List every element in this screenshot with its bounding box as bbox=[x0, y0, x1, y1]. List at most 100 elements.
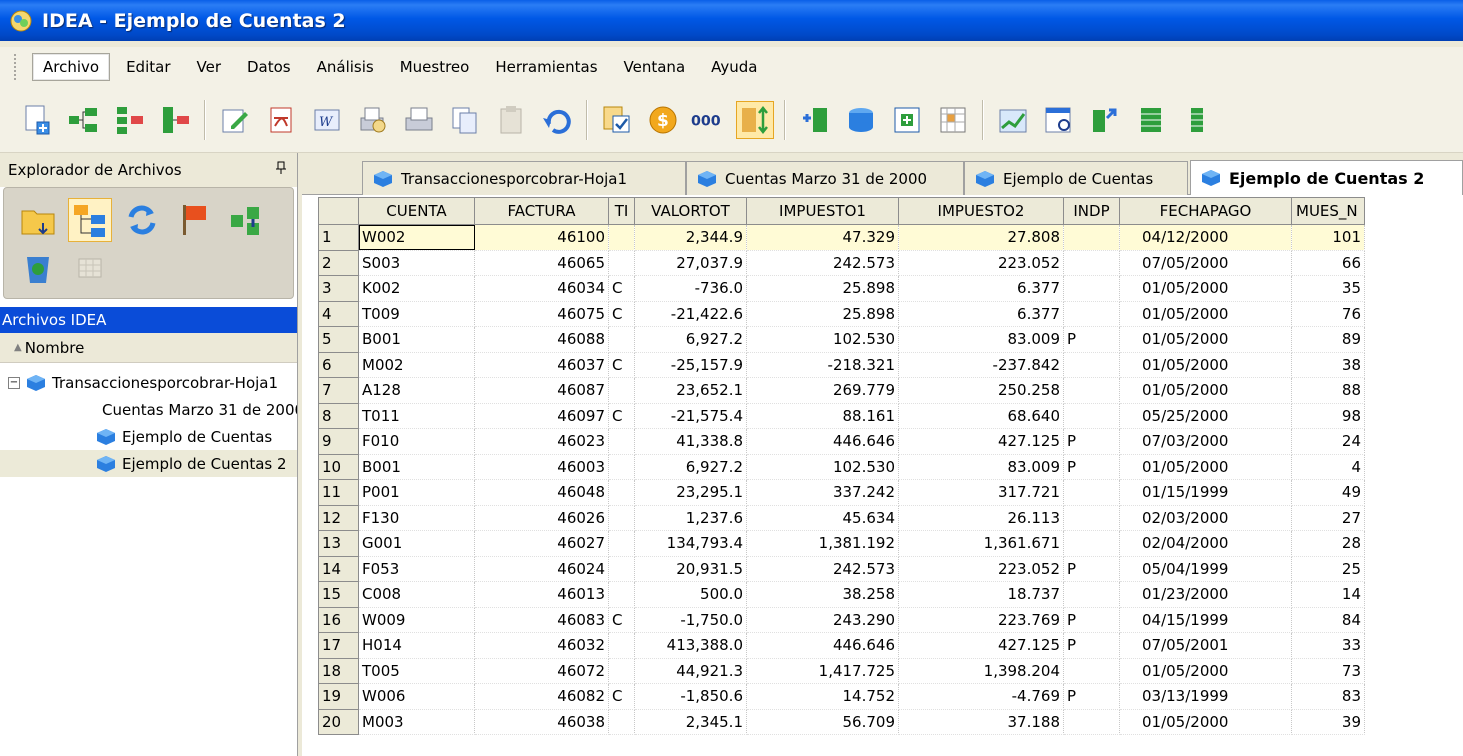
cell-mues-n[interactable]: 35 bbox=[1291, 275, 1365, 302]
column-header-indp[interactable]: INDP bbox=[1063, 197, 1120, 225]
table-row[interactable]: 9 F010 46023 41,338.8 446.646 427.125 P 07/03/2… bbox=[318, 428, 1365, 455]
edit-icon[interactable] bbox=[216, 101, 254, 139]
database-icon[interactable] bbox=[842, 101, 880, 139]
cell-cuenta[interactable]: C008 bbox=[358, 581, 475, 608]
cell-cuenta[interactable]: A128 bbox=[358, 377, 475, 404]
row-number[interactable]: 15 bbox=[318, 581, 359, 608]
cell-valortot[interactable]: 23,652.1 bbox=[634, 377, 747, 404]
cell-indp[interactable]: P bbox=[1063, 632, 1120, 659]
table-row[interactable]: 11 P001 46048 23,295.1 337.242 317.721 01/15/1… bbox=[318, 479, 1365, 506]
cell-indp[interactable] bbox=[1063, 275, 1120, 302]
table-row[interactable]: 3 K002 46034 C -736.0 25.898 6.377 01/05/2000 35 bbox=[318, 275, 1365, 302]
cell-fechapago[interactable]: 07/05/2001 bbox=[1119, 632, 1292, 659]
cell-fechapago[interactable]: 04/15/1999 bbox=[1119, 607, 1292, 633]
cell-ti[interactable]: C bbox=[608, 275, 635, 302]
print-preview-icon[interactable] bbox=[354, 101, 392, 139]
table-row[interactable]: 6 M002 46037 C -25,157.9 -218.321 -237.842 01/0… bbox=[318, 351, 1365, 378]
menu-muestreo[interactable]: Muestreo bbox=[390, 54, 480, 80]
cell-impuesto1[interactable]: 1,381.192 bbox=[746, 530, 899, 557]
cell-fechapago[interactable]: 01/05/2000 bbox=[1119, 454, 1292, 480]
cell-cuenta[interactable]: W009 bbox=[358, 607, 475, 633]
cell-impuesto2[interactable]: 18.737 bbox=[898, 581, 1064, 608]
row-number[interactable]: 7 bbox=[318, 377, 359, 404]
tree-item[interactable]: Ejemplo de Cuentas bbox=[0, 423, 297, 450]
cell-mues-n[interactable]: 73 bbox=[1291, 658, 1365, 684]
menu-ayuda[interactable]: Ayuda bbox=[701, 54, 767, 80]
cell-valortot[interactable]: -21,575.4 bbox=[634, 403, 747, 429]
cell-factura[interactable]: 46013 bbox=[474, 581, 609, 608]
cell-mues-n[interactable]: 28 bbox=[1291, 530, 1365, 557]
cell-valortot[interactable]: 44,921.3 bbox=[634, 658, 747, 684]
corner-cell[interactable] bbox=[318, 197, 359, 225]
table-row[interactable]: 7 A128 46087 23,652.1 269.779 250.258 01/05/20… bbox=[318, 377, 1365, 404]
cell-cuenta[interactable]: T009 bbox=[358, 301, 475, 327]
cell-cuenta[interactable]: M002 bbox=[358, 352, 475, 378]
cell-indp[interactable] bbox=[1063, 505, 1120, 531]
column-header-impuesto2[interactable]: IMPUESTO2 bbox=[898, 197, 1064, 225]
cell-fechapago[interactable]: 01/05/2000 bbox=[1119, 709, 1292, 735]
tree-item[interactable]: Cuentas Marzo 31 de 2000 bbox=[0, 396, 297, 423]
cell-ti[interactable] bbox=[608, 479, 635, 506]
cell-cuenta[interactable]: W006 bbox=[358, 683, 475, 710]
cell-impuesto2[interactable]: 27.808 bbox=[898, 224, 1064, 251]
row-number[interactable]: 13 bbox=[318, 530, 359, 557]
flag-icon[interactable] bbox=[172, 198, 216, 242]
cell-factura[interactable]: 46065 bbox=[474, 250, 609, 276]
report-icon[interactable] bbox=[1040, 101, 1078, 139]
thousands-icon[interactable]: 000 bbox=[690, 101, 728, 139]
cell-fechapago[interactable]: 07/05/2000 bbox=[1119, 250, 1292, 276]
cell-mues-n[interactable]: 25 bbox=[1291, 556, 1365, 582]
cell-ti[interactable]: C bbox=[608, 352, 635, 378]
cell-impuesto1[interactable]: 25.898 bbox=[746, 301, 899, 327]
row-number[interactable]: 8 bbox=[318, 402, 359, 429]
cell-fechapago[interactable]: 03/13/1999 bbox=[1119, 683, 1292, 710]
row-number[interactable]: 11 bbox=[318, 479, 359, 506]
cell-cuenta[interactable]: B001 bbox=[358, 454, 475, 480]
cell-impuesto2[interactable]: 83.009 bbox=[898, 326, 1064, 353]
cell-ti[interactable] bbox=[608, 454, 635, 480]
cell-impuesto1[interactable]: 56.709 bbox=[746, 709, 899, 735]
cell-fechapago[interactable]: 04/12/2000 bbox=[1119, 224, 1292, 251]
cell-impuesto1[interactable]: 25.898 bbox=[746, 275, 899, 302]
cell-impuesto2[interactable]: 223.052 bbox=[898, 556, 1064, 582]
column-header-mues-n[interactable]: MUES_N bbox=[1291, 197, 1365, 225]
row-number[interactable]: 20 bbox=[318, 708, 359, 735]
table-row[interactable]: 17 H014 46032 413,388.0 446.646 427.125 P 07/05… bbox=[318, 632, 1365, 659]
cell-factura[interactable]: 46023 bbox=[474, 428, 609, 455]
cell-valortot[interactable]: 500.0 bbox=[634, 581, 747, 608]
pin-icon[interactable] bbox=[275, 161, 287, 179]
column-header-factura[interactable]: FACTURA bbox=[474, 197, 609, 225]
cell-cuenta[interactable]: B001 bbox=[358, 326, 475, 353]
cell-impuesto2[interactable]: 6.377 bbox=[898, 275, 1064, 302]
add-cell-icon[interactable] bbox=[888, 101, 926, 139]
cell-cuenta[interactable]: S003 bbox=[358, 250, 475, 276]
cell-mues-n[interactable]: 83 bbox=[1291, 683, 1365, 710]
row-number[interactable]: 6 bbox=[318, 351, 359, 378]
tree-add-icon[interactable] bbox=[110, 101, 148, 139]
table-row[interactable]: 19 W006 46082 C -1,850.6 14.752 -4.769 P 03/13/1… bbox=[318, 683, 1365, 710]
cell-factura[interactable]: 46032 bbox=[474, 632, 609, 659]
cell-ti[interactable]: C bbox=[608, 301, 635, 327]
table-row[interactable]: 14 F053 46024 20,931.5 242.573 223.052 P 05/04/… bbox=[318, 555, 1365, 582]
idea-app-icon[interactable] bbox=[8, 8, 34, 34]
row-number[interactable]: 14 bbox=[318, 555, 359, 582]
cell-factura[interactable]: 46037 bbox=[474, 352, 609, 378]
cell-fechapago[interactable]: 02/04/2000 bbox=[1119, 530, 1292, 557]
cell-valortot[interactable]: -1,850.6 bbox=[634, 683, 747, 710]
cell-factura[interactable]: 46026 bbox=[474, 505, 609, 531]
cell-cuenta[interactable]: G001 bbox=[358, 530, 475, 557]
cell-factura[interactable]: 46072 bbox=[474, 658, 609, 684]
recycle-bin-icon[interactable] bbox=[16, 246, 60, 290]
row-number[interactable]: 16 bbox=[318, 606, 359, 633]
column-header-valortot[interactable]: VALORTOT bbox=[634, 197, 747, 225]
cell-impuesto1[interactable]: 446.646 bbox=[746, 428, 899, 455]
cell-mues-n[interactable]: 88 bbox=[1291, 377, 1365, 404]
cell-factura[interactable]: 46048 bbox=[474, 479, 609, 506]
copy-icon[interactable] bbox=[446, 101, 484, 139]
row-number[interactable]: 18 bbox=[318, 657, 359, 684]
nombre-column-header[interactable]: ▲ Nombre bbox=[0, 333, 297, 363]
menu-datos[interactable]: Datos bbox=[237, 54, 301, 80]
cell-indp[interactable]: P bbox=[1063, 683, 1120, 710]
cell-impuesto2[interactable]: 26.113 bbox=[898, 505, 1064, 531]
cell-impuesto2[interactable]: 1,398.204 bbox=[898, 658, 1064, 684]
